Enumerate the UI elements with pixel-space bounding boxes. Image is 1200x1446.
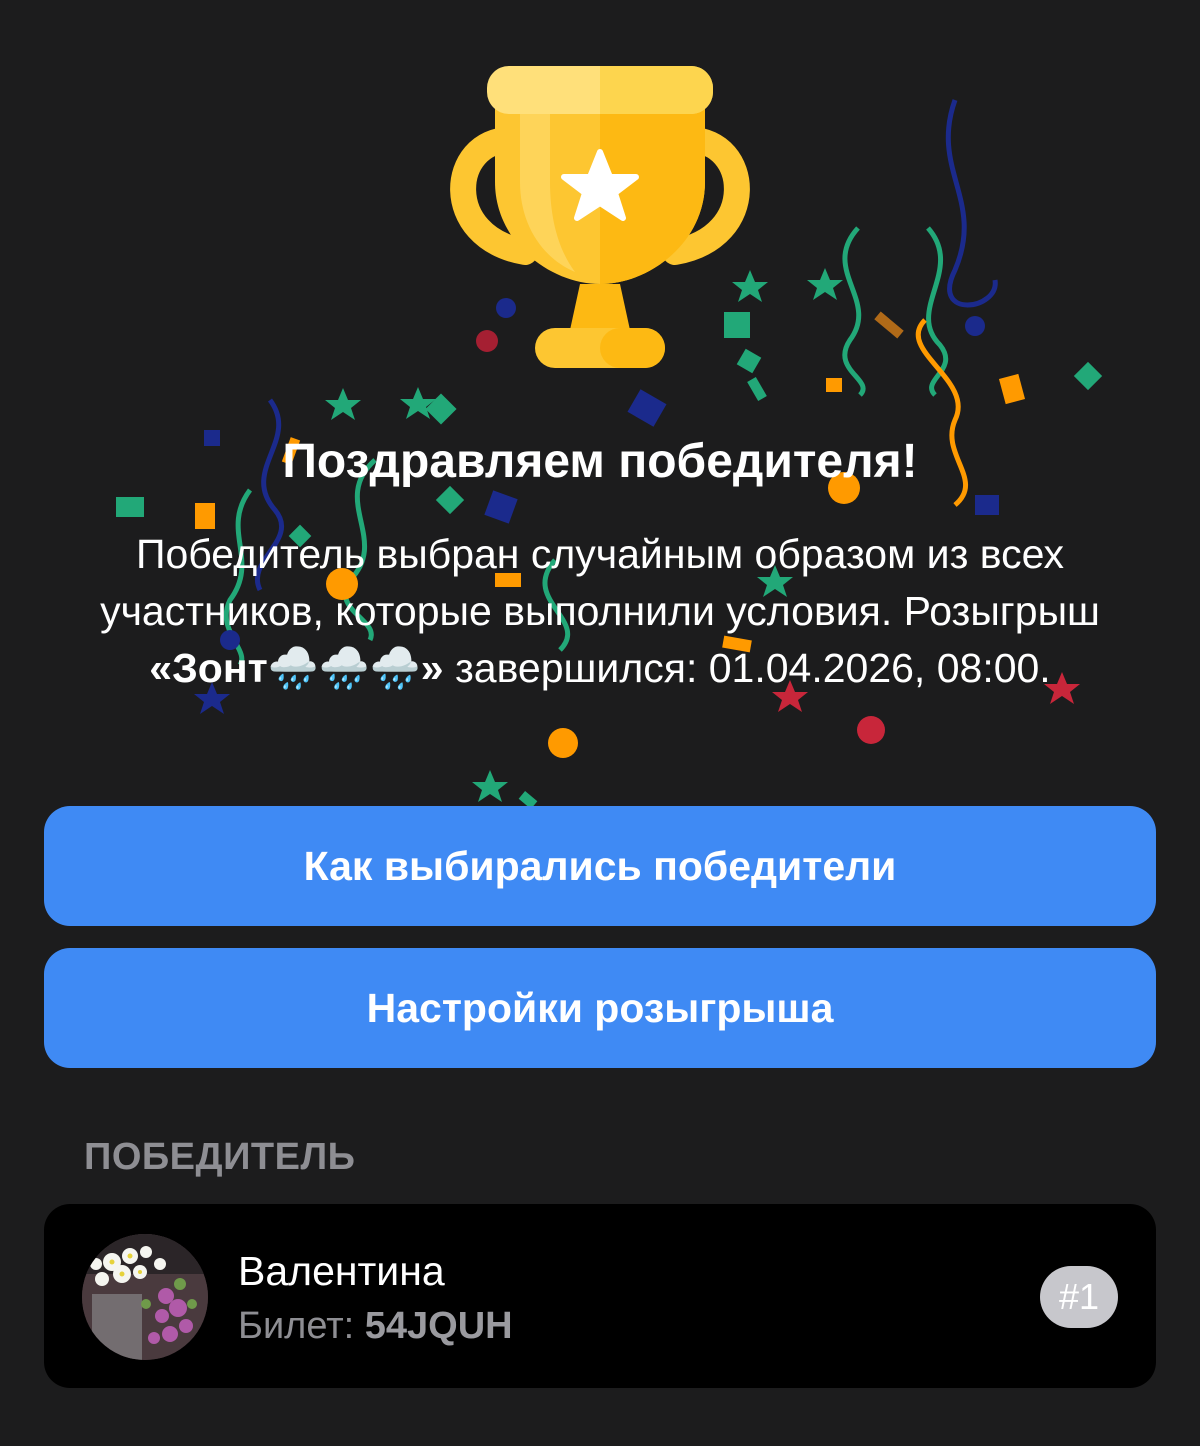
description-prefix: Розыгрыш: [903, 588, 1100, 634]
hero-section: Поздравляем победителя! Победитель выбра…: [0, 0, 1200, 809]
result-description: Победитель выбран случайным образом из в…: [50, 526, 1150, 697]
how-winners-chosen-button[interactable]: Как выбирались победители: [44, 806, 1156, 926]
ticket-label: Билет:: [238, 1305, 355, 1347]
trophy-star-icon: [450, 66, 750, 368]
rank-badge: #1: [1040, 1266, 1118, 1328]
ticket-code: 54JQUH: [364, 1305, 513, 1347]
winner-section-header: ПОБЕДИТЕЛЬ: [84, 1136, 356, 1178]
winner-card[interactable]: Валентина Билет: 54JQUH #1: [44, 1204, 1156, 1388]
avatar: [82, 1234, 208, 1360]
ticket-info: Билет: 54JQUH: [238, 1305, 513, 1348]
finish-date: завершился: 01.04.2026, 08:00.: [443, 645, 1051, 691]
giveaway-settings-button[interactable]: Настройки розыгрыша: [44, 948, 1156, 1068]
giveaway-name: «Зонт🌧️🌧️🌧️»: [149, 645, 444, 691]
page-title: Поздравляем победителя!: [282, 435, 918, 488]
winner-name: Валентина: [238, 1248, 445, 1294]
flowers-photo: [82, 1234, 208, 1360]
